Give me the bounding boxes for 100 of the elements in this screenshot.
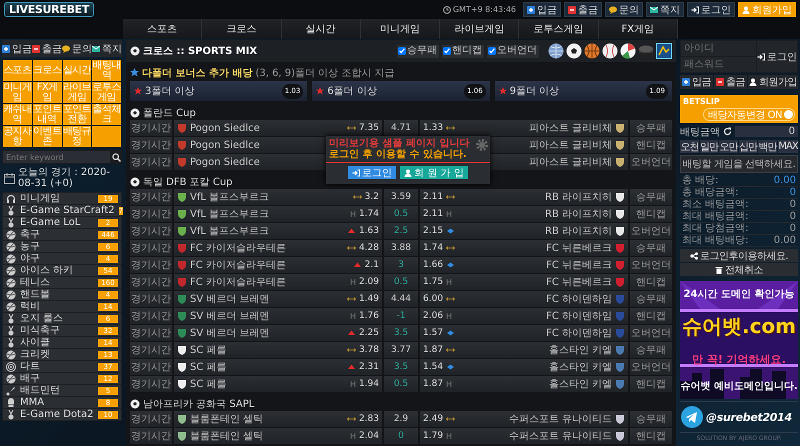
summary-value: 0.00	[774, 175, 796, 186]
home-team-cell[interactable]: 블룸폰테인 셀틱 H 2.04	[174, 428, 382, 444]
draw-cell[interactable]: 4.44	[384, 291, 418, 307]
nav-tab[interactable]: 라이브게임	[440, 19, 520, 39]
draw-cell[interactable]: 0.5	[384, 376, 418, 392]
login-button[interactable]: 로그인	[687, 2, 735, 17]
bet-amount-field[interactable]: 0	[735, 126, 798, 137]
deposit-button[interactable]: 입금	[2, 40, 32, 57]
clear-all-button[interactable]: 전체취소	[680, 263, 798, 276]
quick-amount-button[interactable]: 일만	[700, 140, 718, 153]
home-team-cell[interactable]: SV 베르더 브레멘 2.25	[174, 325, 382, 341]
draw-cell[interactable]: 3.88	[384, 240, 418, 256]
home-team-cell[interactable]: FC 카이저슬라우테른 4.28	[174, 240, 382, 256]
quick-amount-button[interactable]: 오천	[680, 140, 699, 153]
draw-cell[interactable]: 0	[384, 428, 418, 444]
draw-cell[interactable]: 3.59	[384, 189, 418, 205]
away-team-cell[interactable]: 2.49 수퍼스포트 유나이티드	[420, 411, 628, 427]
home-team-cell[interactable]: VfL 볼프스부르크 H 1.74	[174, 206, 382, 222]
away-team-cell[interactable]: 2.15 RB 라이프치히	[420, 223, 628, 239]
draw-cell[interactable]: -1	[384, 308, 418, 324]
away-team-cell[interactable]: 2.11 RB 라이프치히	[420, 189, 628, 205]
volleyball-icon[interactable]	[620, 43, 636, 59]
nav-tab[interactable]: 로투스게임	[519, 19, 599, 39]
away-team-cell[interactable]: 2.11 H RB 라이프치히	[420, 206, 628, 222]
filter-chip[interactable]: 승무패	[397, 44, 439, 58]
search-field[interactable]: Enter keyword	[3, 151, 110, 163]
bonus-title: 다폴더 보너스 추가 배당	[142, 66, 252, 80]
draw-cell[interactable]: 3.77	[384, 342, 418, 358]
away-team-cell[interactable]: 6.00 FC 하이덴하임	[420, 291, 628, 307]
draw-cell[interactable]: 4.71	[384, 120, 418, 136]
home-team-cell[interactable]: Pogon Siedlce 7.35	[174, 120, 382, 136]
nav-tab[interactable]: 실시간	[282, 19, 361, 39]
globe-icon[interactable]	[548, 43, 564, 59]
filter-chip[interactable]: 오버언더	[487, 44, 539, 58]
away-team-cell[interactable]: 1.54 홀스타인 키엘	[420, 359, 628, 375]
home-team-cell[interactable]: SC 페를 H 1.94	[174, 376, 382, 392]
telegram-handle[interactable]: @surebet2014	[706, 410, 792, 424]
away-team-cell[interactable]: 1.74 FC 뉘른베르크	[420, 240, 628, 256]
home-team-cell[interactable]: SC 페를 2.31	[174, 359, 382, 375]
home-team-cell[interactable]: VfL 볼프스부르크 1.63	[174, 223, 382, 239]
message-button[interactable]: 쪽지	[92, 40, 122, 57]
home-team-cell[interactable]: SC 페를 3.78	[174, 342, 382, 358]
match-time-cell: 경기시간	[130, 223, 172, 239]
nav-tab[interactable]: 크로스	[202, 19, 282, 39]
withdraw-button[interactable]: 출금	[32, 40, 62, 57]
login-icon	[352, 168, 360, 176]
away-team-cell[interactable]: 1.33 피아스트 글리비체	[420, 120, 628, 136]
withdraw-button[interactable]: 출금	[714, 75, 747, 89]
checkbox[interactable]	[443, 47, 451, 55]
quick-amount-button[interactable]: 오만	[719, 140, 738, 153]
soccer-ball-icon[interactable]	[566, 43, 582, 59]
match-time-cell: 경기시간	[130, 274, 172, 290]
site-logo[interactable]: LIVESUREBET	[4, 2, 94, 17]
team-name: 수퍼스포트 유나이티드	[508, 413, 612, 426]
away-team-cell[interactable]: 1.75 H FC 뉘른베르크	[420, 274, 628, 290]
login-button[interactable]: 로그인	[348, 166, 396, 179]
inquiry-button[interactable]: 문의	[62, 40, 92, 57]
team-name: FC 하이덴하임	[546, 310, 612, 323]
login-button[interactable]: 로그인	[757, 41, 797, 72]
home-team-cell[interactable]: FC 카이저슬라우테른 H 2.09	[174, 274, 382, 290]
home-team-cell[interactable]: SV 베르더 브레멘 H 1.76	[174, 308, 382, 324]
draw-cell[interactable]: 0.5	[384, 206, 418, 222]
home-team-cell[interactable]: FC 카이저슬라우테른 2.1	[174, 257, 382, 273]
baseball-icon[interactable]	[602, 43, 618, 59]
away-team-cell[interactable]: 1.87 H 홀스타인 키엘	[420, 376, 628, 392]
nav-tab[interactable]: FX게임	[598, 19, 678, 39]
join-button[interactable]: 회원가입	[748, 75, 798, 89]
nav-tab[interactable]: 미니게임	[360, 19, 440, 39]
draw-cell[interactable]: 2.5	[384, 223, 418, 239]
home-team-cell[interactable]: 블룸폰테인 셀틱 2.83	[174, 411, 382, 427]
inquiry-button[interactable]: 문의	[605, 2, 643, 17]
message-button[interactable]: 쪽지	[646, 2, 684, 17]
login-required-button[interactable]: 로그인후이용하세요.	[680, 249, 798, 262]
deposit-button[interactable]: 입금	[523, 2, 561, 17]
draw-cell[interactable]: 3	[384, 257, 418, 273]
esports-icon[interactable]	[656, 43, 672, 59]
basketball-icon[interactable]	[584, 43, 600, 59]
quick-amount-button[interactable]: 십만	[738, 140, 758, 153]
withdraw-button[interactable]: 출금	[564, 2, 602, 17]
username-field[interactable]: 아이디	[681, 41, 756, 56]
draw-cell[interactable]: 3.5	[384, 359, 418, 375]
away-team-cell[interactable]: 2.06 H FC 하이덴하임	[420, 308, 628, 324]
checkbox[interactable]	[488, 47, 496, 55]
quick-amount-button[interactable]: 백만	[758, 140, 778, 153]
quick-amount-button[interactable]: MAX	[778, 140, 798, 153]
home-team-cell[interactable]: SV 베르더 브레멘 1.49	[174, 291, 382, 307]
away-team-cell[interactable]: 1.57 FC 하이덴하임	[420, 325, 628, 341]
filter-chip[interactable]: 핸디캡	[442, 44, 484, 58]
password-field[interactable]: 패스워드	[681, 57, 756, 72]
nav-tab[interactable]: 스포츠	[123, 19, 202, 39]
deposit-button[interactable]: 입금	[680, 75, 713, 89]
checkbox[interactable]	[398, 47, 406, 55]
draw-cell[interactable]: 0.5	[384, 274, 418, 290]
away-team-cell[interactable]: 1.79 H 수퍼스포트 유나이티드	[420, 428, 628, 444]
home-team-cell[interactable]: VfL 볼프스부르크 3.2	[174, 189, 382, 205]
draw-cell[interactable]: 2.9	[384, 411, 418, 427]
away-team-cell[interactable]: 1.66 FC 뉘른베르크	[420, 257, 628, 273]
domain-banner[interactable]: 24시간 도메인 확인가능 슈어뱃.com 만 꼭! 기억하세요. 슈어뱃 예비도메인입니다.	[680, 281, 798, 399]
away-team-cell[interactable]: 1.87 홀스타인 키엘	[420, 342, 628, 358]
draw-cell[interactable]: 3.5	[384, 325, 418, 341]
